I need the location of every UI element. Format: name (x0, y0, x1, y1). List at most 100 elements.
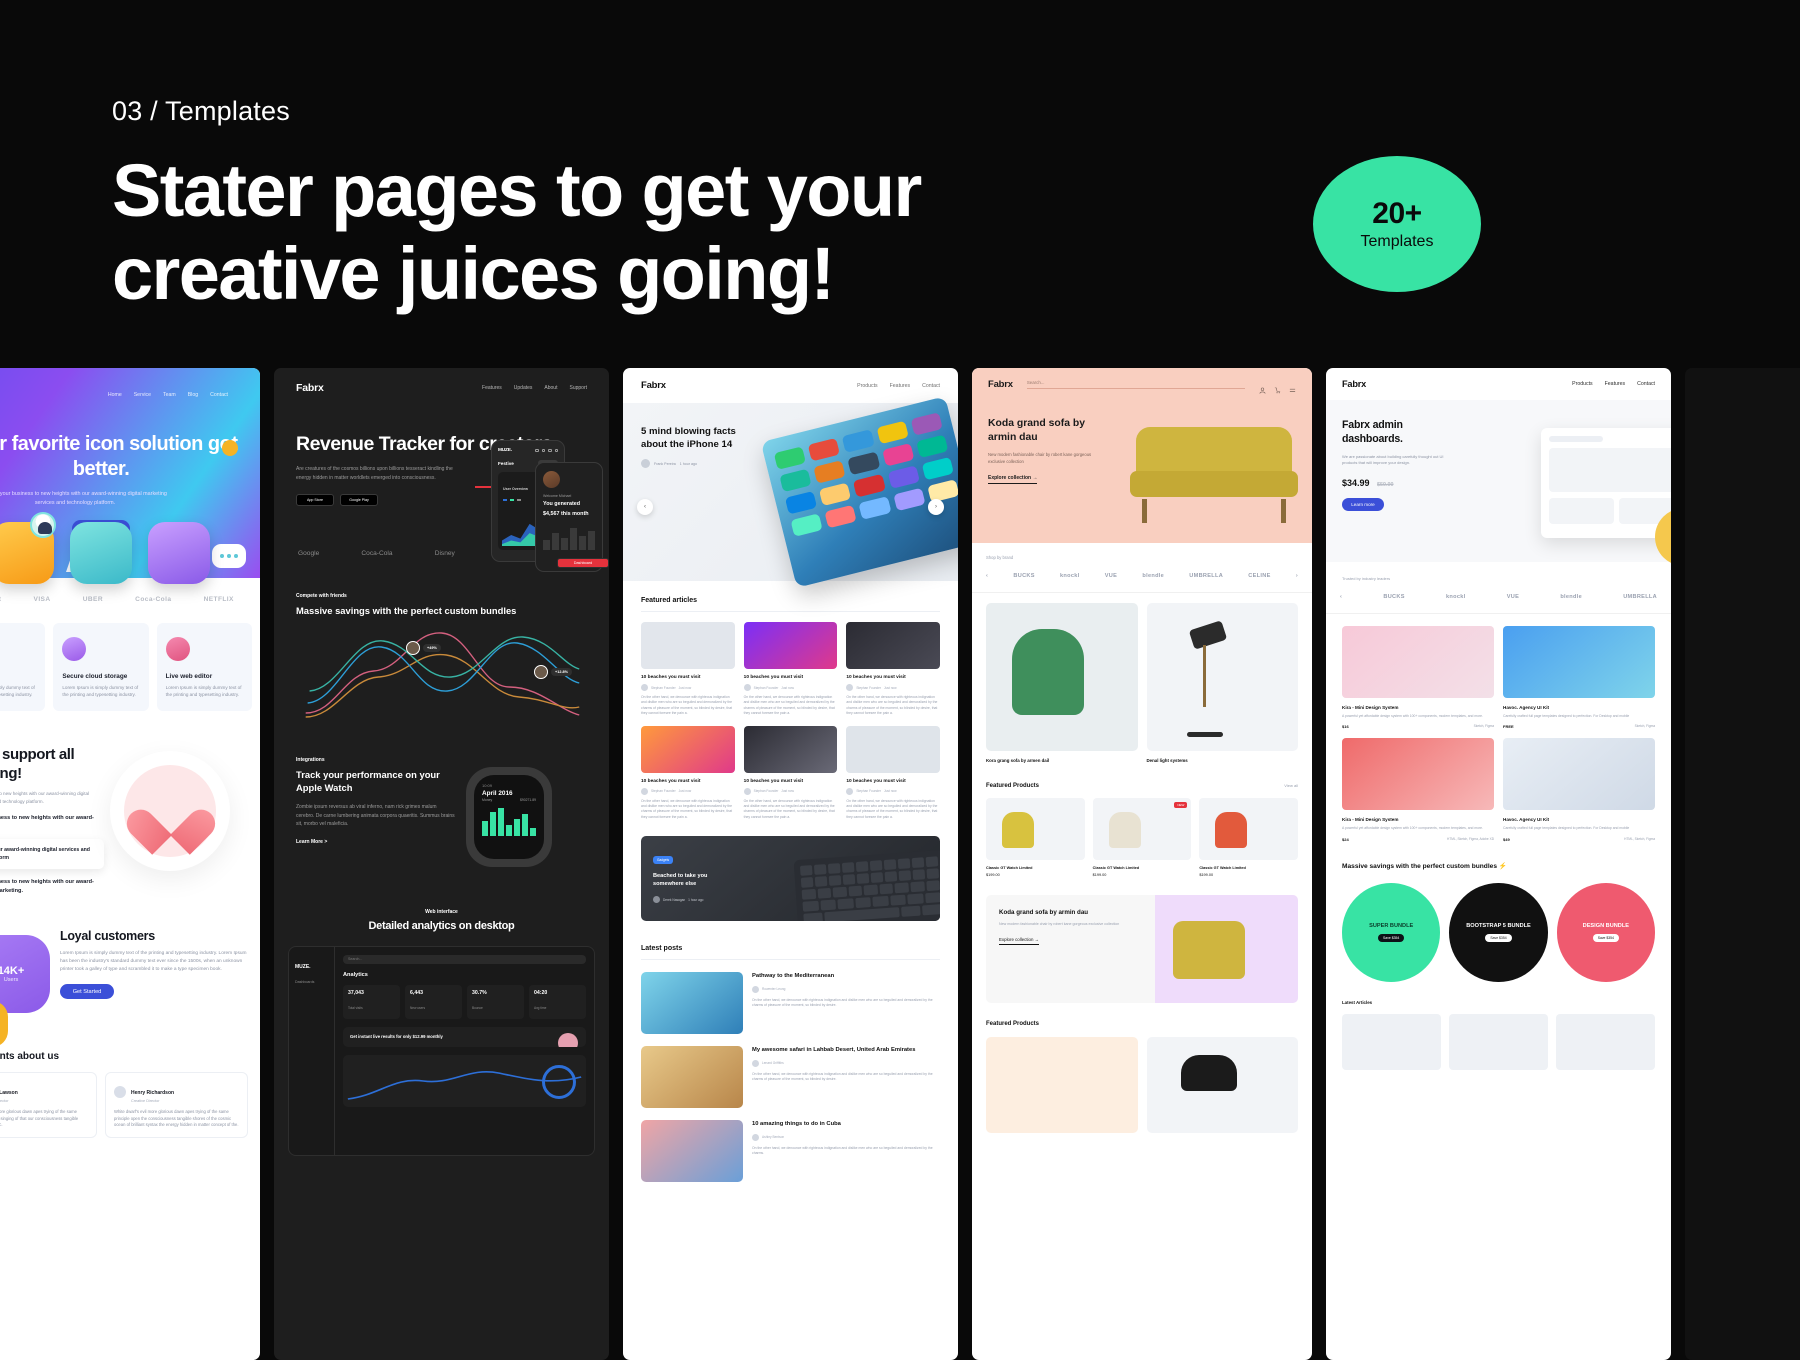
feature-card[interactable]: 3D icons Lorem Ipsum is simply dummy tex… (0, 623, 46, 711)
list-item[interactable]: 10 amazing things to do in Cuba Ashley Be… (641, 1120, 940, 1183)
card4-showcase (972, 593, 1312, 751)
menu-icon[interactable] (1289, 381, 1296, 392)
nav-support[interactable]: Support (569, 385, 587, 391)
nav-features[interactable]: Features (482, 385, 502, 391)
template-card-icon-solution[interactable]: Home Service Team Blog Contact Your favo… (0, 368, 260, 1360)
template-card-admin-dashboards[interactable]: Fabrx Products Features Contact Fabrx ad… (1326, 368, 1671, 1360)
card4-nav: Fabrx Search... (972, 368, 1312, 401)
card4-search-input[interactable]: Search... (1026, 380, 1245, 389)
watch-date: April 2016 (482, 790, 513, 797)
heart-icon (144, 791, 196, 839)
template-name: Havoc. Agency UI Kit (1503, 705, 1550, 710)
user-icon[interactable] (1259, 381, 1266, 394)
card5-hero-sub: We are passionate about building careful… (1342, 454, 1444, 466)
latest-heading: Latest posts (641, 945, 940, 961)
latest-articles-heading: Latest Articles (1342, 999, 1373, 1005)
product-card[interactable]: Classic GT Watch Limited $199.00 (1199, 797, 1298, 877)
hero-time: 1 hour ago (679, 461, 697, 466)
watch-learn-more-link[interactable]: Learn More > (296, 839, 446, 845)
product-image[interactable] (986, 1036, 1138, 1133)
featured-link[interactable]: View all (1284, 783, 1298, 788)
stat-blocks: 14K+ Users (0, 929, 50, 1047)
nav-features[interactable]: Features (890, 383, 910, 389)
carousel-prev-icon[interactable]: ‹ (986, 573, 988, 579)
card2-logo[interactable]: Fabrx (296, 382, 324, 394)
feature-card[interactable]: Secure cloud storage Lorem Ipsum is simp… (53, 623, 149, 711)
template-card-furniture[interactable]: Fabrx Search... Koda grand sofa by armin… (972, 368, 1312, 1360)
kpi-value: 37,043 (348, 990, 364, 996)
watch-kicker: Integrations (296, 757, 325, 763)
template-card-partial[interactable] (1685, 368, 1800, 1360)
feature-card[interactable]: Live web editor Lorem Ipsum is simply du… (156, 623, 252, 711)
nav-blog[interactable]: Blog (188, 392, 198, 398)
article-card[interactable]: 10 beaches you must visit Stephan Founder… (641, 725, 735, 821)
carousel-next-icon[interactable]: › (928, 499, 944, 515)
template-item[interactable]: Kira - Mini Design System A powerful yet … (1342, 738, 1494, 842)
bundle-chip[interactable]: DESIGN BUNDLE Save $354 (1556, 883, 1655, 982)
nav-products[interactable]: Products (857, 383, 877, 389)
brand-blendle: blendle (1142, 573, 1165, 579)
card4-logo[interactable]: Fabrx (988, 379, 1013, 390)
bundle-chip[interactable]: SUPER BUNDLE Save $354 (1342, 883, 1441, 982)
article-card[interactable]: 10 beaches you must visit Stephan Founder… (641, 622, 735, 717)
article-author: Stephan Founder (651, 789, 676, 794)
nav-contact[interactable]: Contact (1637, 381, 1655, 387)
showcase-chair-image[interactable] (986, 603, 1138, 751)
section-eyebrow: 03 / Templates (112, 96, 290, 126)
article-time: Just now (883, 685, 897, 690)
template-item[interactable]: Havoc. Agency UI Kit Carefully crafted fu… (1503, 738, 1655, 842)
bundle-chip[interactable]: BOOTSTRAP 5 BUNDLE Save $354 (1449, 883, 1548, 982)
app-store-button[interactable]: App Store (296, 494, 334, 506)
template-item[interactable]: Havoc. Agency UI Kit Carefully crafted fu… (1503, 626, 1655, 729)
carousel-prev-icon[interactable]: ‹ (1340, 594, 1342, 600)
article-thumb[interactable] (1556, 1013, 1655, 1070)
dash-nav-item[interactable]: Dashboards (295, 980, 328, 984)
card4-promo[interactable]: Koda grand sofa by armin dau New modern … (986, 894, 1298, 1003)
showcase-lamp-image[interactable] (1146, 603, 1298, 751)
nav-home[interactable]: Home (108, 392, 122, 398)
cart-icon[interactable] (1274, 381, 1281, 394)
nav-service[interactable]: Service (134, 392, 151, 398)
template-tags: HTML, Sketch, Figma (1624, 836, 1655, 841)
nav-products[interactable]: Products (1572, 381, 1592, 387)
nav-contact[interactable]: Contact (210, 392, 228, 398)
card5-hero: Fabrx admin dashboards. We are passionat… (1326, 400, 1671, 566)
list-item[interactable]: My awesome safari in Lahbab Desert, Unit… (641, 1046, 940, 1109)
nav-team[interactable]: Team (163, 392, 176, 398)
product-card[interactable]: NEW Classic GT Watch Limited $199.00 (1092, 797, 1192, 877)
list-item[interactable]: Pathway to the Mediterranean Rowenter Leu… (641, 972, 940, 1035)
template-card-revenue-tracker[interactable]: Fabrx Features Updates About Support Rev… (274, 368, 609, 1360)
product-image[interactable] (1146, 1036, 1298, 1133)
article-card[interactable]: 10 beaches you must visit Stephan Founder… (743, 622, 838, 717)
article-card[interactable]: 10 beaches you must visit Stephan Founder… (846, 725, 940, 821)
dash-search-input[interactable]: Search... (343, 955, 586, 964)
nav-updates[interactable]: Updates (514, 385, 533, 391)
article-card[interactable]: 10 beaches you must visit Stephan Founder… (846, 622, 940, 717)
nav-features[interactable]: Features (1605, 381, 1625, 387)
article-thumb[interactable] (1342, 1013, 1441, 1070)
dashboard-button[interactable]: Dashboard (557, 558, 609, 568)
article-thumb[interactable] (1449, 1013, 1548, 1070)
google-play-button[interactable]: Google Play (340, 494, 378, 506)
product-card[interactable]: Classic GT Watch Limited $199.00 (986, 797, 1085, 877)
bundle-save: Save $354 (1378, 934, 1405, 943)
nav-about[interactable]: About (544, 385, 557, 391)
article-time: Just now (781, 685, 794, 690)
testimonial-card: Henry Richardson Creative Director White… (105, 1072, 248, 1138)
template-thumb (1342, 626, 1494, 698)
card3-logo[interactable]: Fabrx (641, 380, 666, 391)
template-body: A powerful yet affordable design system … (1342, 826, 1484, 831)
carousel-next-icon[interactable]: › (1296, 573, 1298, 579)
learn-more-button[interactable]: Learn more (1342, 497, 1384, 511)
loyal-cta-button[interactable]: Get Started (60, 984, 114, 999)
carousel-prev-icon[interactable]: ‹ (637, 499, 653, 515)
card3-wide-feature[interactable]: Gadgets Beached to take you somewhere el… (641, 836, 940, 922)
card5-logo[interactable]: Fabrx (1342, 379, 1366, 389)
article-card[interactable]: 10 beaches you must visit Stephan Founder… (743, 725, 838, 821)
hero-author: Frank Pereira (654, 461, 676, 466)
explore-collection-link[interactable]: Explore collection → (988, 475, 1038, 485)
template-card-blog[interactable]: Fabrx Products Features Contact 5 mind b… (623, 368, 958, 1360)
template-item[interactable]: Kira - Mini Design System A powerful yet … (1342, 626, 1494, 729)
nav-contact[interactable]: Contact (922, 383, 940, 389)
promo-link[interactable]: Explore collection → (999, 937, 1040, 946)
